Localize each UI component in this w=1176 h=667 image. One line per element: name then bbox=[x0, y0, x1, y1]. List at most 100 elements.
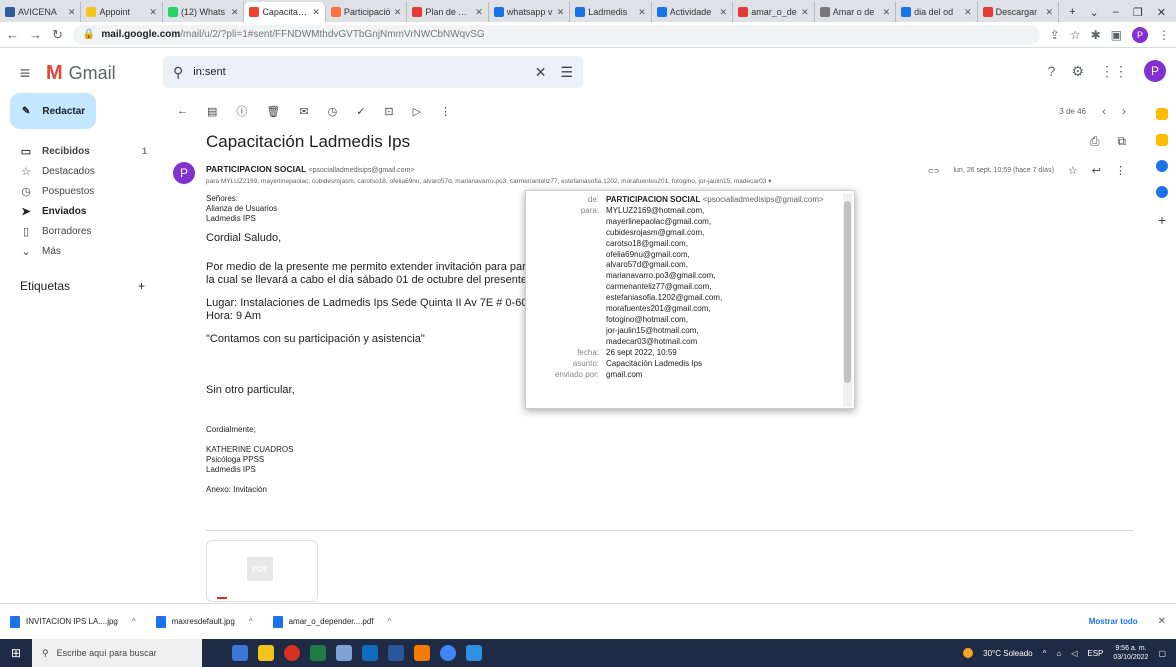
archive-icon[interactable]: ▤ bbox=[207, 105, 217, 118]
browser-tab[interactable]: Participació ✕ bbox=[326, 2, 408, 22]
close-tab-icon[interactable]: ✕ bbox=[801, 7, 809, 18]
help-icon[interactable]: ? bbox=[1048, 63, 1056, 79]
calendar-icon[interactable] bbox=[1156, 108, 1168, 120]
clock[interactable]: 9:56 a. m. 03/10/2022 bbox=[1113, 644, 1148, 662]
search-bar[interactable]: ⚲ in:sent ✕ ☰ bbox=[163, 56, 583, 88]
search-options-icon[interactable]: ☰ bbox=[560, 64, 573, 81]
close-tab-icon[interactable]: ✕ bbox=[964, 7, 972, 18]
apps-grid-icon[interactable]: ⋮⋮ bbox=[1100, 63, 1128, 80]
forward-icon[interactable]: → bbox=[29, 27, 42, 42]
close-tab-icon[interactable]: ✕ bbox=[475, 7, 483, 18]
sender-name[interactable]: PARTICIPACION SOCIAL bbox=[206, 164, 306, 174]
browser-tab[interactable]: dia del od ✕ bbox=[896, 2, 978, 22]
menu-kebab-icon[interactable]: ⋮ bbox=[1158, 28, 1170, 42]
sidebar-item-pospuestos[interactable]: ◷ Pospuestos bbox=[0, 181, 155, 201]
sidebar-item-recibidos[interactable]: ▭ Recibidos 1 bbox=[0, 141, 155, 161]
bookmark-star-icon[interactable]: ☆ bbox=[1070, 28, 1081, 42]
browser-tab[interactable]: Appoint ✕ bbox=[81, 2, 163, 22]
chrome-icon[interactable] bbox=[440, 645, 456, 661]
chevron-up-icon[interactable]: ^ bbox=[249, 617, 253, 626]
older-icon[interactable]: › bbox=[1122, 104, 1126, 118]
reply-icon[interactable]: ↩ bbox=[1092, 164, 1101, 177]
close-tab-icon[interactable]: ✕ bbox=[231, 7, 239, 18]
browser-tab[interactable]: (12) Whats ✕ bbox=[163, 2, 245, 22]
account-avatar[interactable]: P bbox=[1144, 60, 1166, 82]
settings-gear-icon[interactable]: ⚙ bbox=[1071, 63, 1084, 80]
contacts-icon[interactable] bbox=[1156, 186, 1168, 198]
browser-tab[interactable]: Capacitació ✕ bbox=[244, 2, 326, 22]
taskbar-search[interactable]: ⚲ Escribe aquí para buscar bbox=[32, 639, 202, 667]
close-tab-icon[interactable]: ✕ bbox=[1046, 7, 1054, 18]
browser-tab[interactable]: Actividade ✕ bbox=[652, 2, 734, 22]
close-tab-icon[interactable]: ✕ bbox=[883, 7, 891, 18]
browser-tab[interactable]: Ladmedis ✕ bbox=[570, 2, 652, 22]
notifications-icon[interactable]: ▢ bbox=[1158, 649, 1166, 658]
minimize-icon[interactable]: – bbox=[1113, 6, 1119, 18]
tab-search-icon[interactable]: ⌄ bbox=[1090, 6, 1099, 19]
snooze-icon[interactable]: ◷ bbox=[328, 105, 338, 118]
language-indicator[interactable]: ESP bbox=[1087, 649, 1103, 658]
sidebar-item-destacados[interactable]: ☆ Destacados bbox=[0, 161, 155, 181]
keep-icon[interactable] bbox=[1156, 134, 1168, 146]
close-tab-icon[interactable]: ✕ bbox=[638, 7, 646, 18]
sender-avatar[interactable]: P bbox=[173, 162, 195, 184]
word-icon[interactable] bbox=[388, 645, 404, 661]
sidebar-item-borradores[interactable]: ▯ Borradores bbox=[0, 221, 155, 241]
extensions-icon[interactable]: ✱ bbox=[1091, 28, 1101, 42]
clear-search-icon[interactable]: ✕ bbox=[535, 64, 547, 81]
close-tab-icon[interactable]: ✕ bbox=[68, 7, 76, 18]
search-input[interactable]: in:sent bbox=[193, 66, 524, 78]
network-icon[interactable]: ⌂ bbox=[1056, 649, 1061, 658]
browser-tab[interactable]: amar_o_de ✕ bbox=[733, 2, 815, 22]
newer-icon[interactable]: ‹ bbox=[1102, 104, 1106, 118]
new-tab-button[interactable]: + bbox=[1069, 6, 1075, 18]
browser-tab[interactable]: Plan de Acc ✕ bbox=[407, 2, 489, 22]
browser-tab[interactable]: AVICENA ✕ bbox=[0, 2, 82, 22]
profile-avatar-small[interactable]: P bbox=[1132, 26, 1148, 43]
file-explorer-icon[interactable] bbox=[258, 645, 274, 661]
sidebar-item-enviados[interactable]: ➤ Enviados bbox=[0, 201, 155, 221]
search-icon[interactable]: ⚲ bbox=[173, 64, 183, 81]
excel-icon[interactable] bbox=[310, 645, 326, 661]
close-tab-icon[interactable]: ✕ bbox=[557, 7, 565, 18]
weather-text[interactable]: 30°C Soleado bbox=[983, 649, 1032, 658]
close-tab-icon[interactable]: ✕ bbox=[149, 7, 157, 18]
print-icon[interactable]: ⎙ bbox=[1090, 134, 1100, 149]
delete-icon[interactable]: 🗑 bbox=[266, 105, 280, 118]
close-downloads-icon[interactable]: ✕ bbox=[1158, 616, 1166, 627]
close-tab-icon[interactable]: ✕ bbox=[394, 7, 402, 18]
tasks-icon[interactable] bbox=[1156, 160, 1168, 172]
photos-icon[interactable] bbox=[466, 645, 482, 661]
close-tab-icon[interactable]: ✕ bbox=[312, 7, 320, 18]
menu-hamburger-icon[interactable]: ≡ bbox=[4, 63, 46, 84]
chevron-up-icon[interactable]: ^ bbox=[388, 617, 392, 626]
popup-scrollbar-thumb[interactable] bbox=[844, 201, 851, 383]
browser-tab[interactable]: whatsapp v ✕ bbox=[489, 2, 571, 22]
gmail-logo[interactable]: M Gmail bbox=[46, 62, 164, 85]
star-message-icon[interactable]: ☆ bbox=[1068, 164, 1078, 177]
volume-icon[interactable]: ◁ bbox=[1071, 649, 1077, 658]
windows-start-icon[interactable]: ⊞ bbox=[0, 639, 32, 667]
show-all-downloads-button[interactable]: Mostrar todo bbox=[1089, 617, 1138, 626]
back-icon[interactable]: ← bbox=[6, 27, 19, 42]
sidebar-item-ms[interactable]: ⌄ Más bbox=[0, 241, 155, 261]
tray-chevron-icon[interactable]: ^ bbox=[1043, 649, 1047, 658]
app-icon[interactable] bbox=[414, 645, 430, 661]
mark-unread-icon[interactable]: ✉ bbox=[299, 105, 308, 118]
share-icon[interactable]: ⇪ bbox=[1050, 28, 1060, 42]
download-item[interactable]: maxresdefault.jpg ^ bbox=[155, 615, 253, 628]
address-bar[interactable]: 🔒 mail.google.com/mail/u/2/?pli=1#sent/F… bbox=[72, 24, 1040, 45]
download-item[interactable]: INVITACION IPS LA....jpg ^ bbox=[10, 615, 136, 628]
chevron-up-icon[interactable]: ^ bbox=[132, 617, 136, 626]
add-addon-icon[interactable]: + bbox=[1158, 212, 1166, 228]
browser-tab[interactable]: Descargar ✕ bbox=[978, 2, 1060, 22]
move-to-icon[interactable]: ⊡ bbox=[384, 105, 393, 118]
message-more-icon[interactable]: ⋮ bbox=[1115, 164, 1126, 177]
download-item[interactable]: amar_o_depender....pdf ^ bbox=[272, 615, 392, 628]
add-label-icon[interactable]: + bbox=[138, 279, 145, 293]
more-icon[interactable]: ⋮ bbox=[440, 105, 451, 118]
reload-icon[interactable]: ↻ bbox=[52, 27, 63, 43]
close-tab-icon[interactable]: ✕ bbox=[720, 7, 728, 18]
outlook-icon[interactable] bbox=[362, 645, 378, 661]
label-icon[interactable]: ▷ bbox=[413, 105, 421, 118]
